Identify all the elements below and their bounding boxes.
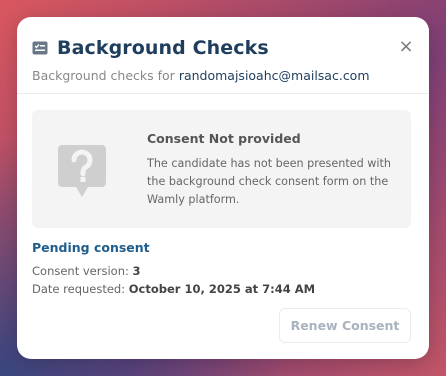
close-icon[interactable]: × [398, 38, 414, 56]
title-row: Background Checks [32, 37, 414, 59]
date-requested-label: Date requested: [32, 282, 126, 296]
date-requested-value: October 10, 2025 at 7:44 AM [128, 282, 316, 296]
consent-version: Consent version: 3 [32, 264, 141, 278]
consent-description: The candidate has not been presented wit… [147, 157, 391, 206]
modal-header: Background Checks × Background checks fo… [32, 37, 414, 83]
pending-consent-label: Pending consent [32, 240, 150, 255]
consent-version-label: Consent version: [32, 264, 129, 278]
background-checks-modal: Background Checks × Background checks fo… [17, 17, 429, 359]
renew-consent-button[interactable]: Renew Consent [279, 308, 411, 343]
modal-title: Background Checks [57, 37, 269, 59]
consent-status-card: Consent Not provided The candidate has n… [32, 110, 411, 228]
checklist-icon [32, 41, 48, 55]
candidate-email: randomajsioahc@mailsac.com [178, 68, 370, 83]
consent-title: Consent Not provided [147, 131, 301, 146]
modal-subtitle: Background checks for randomajsioahc@mai… [32, 68, 414, 83]
subtitle-prefix: Background checks for [32, 68, 175, 83]
date-requested: Date requested: October 10, 2025 at 7:44… [32, 282, 315, 296]
header-divider [17, 93, 429, 94]
consent-version-value: 3 [132, 264, 141, 278]
question-bubble-icon [58, 145, 106, 197]
